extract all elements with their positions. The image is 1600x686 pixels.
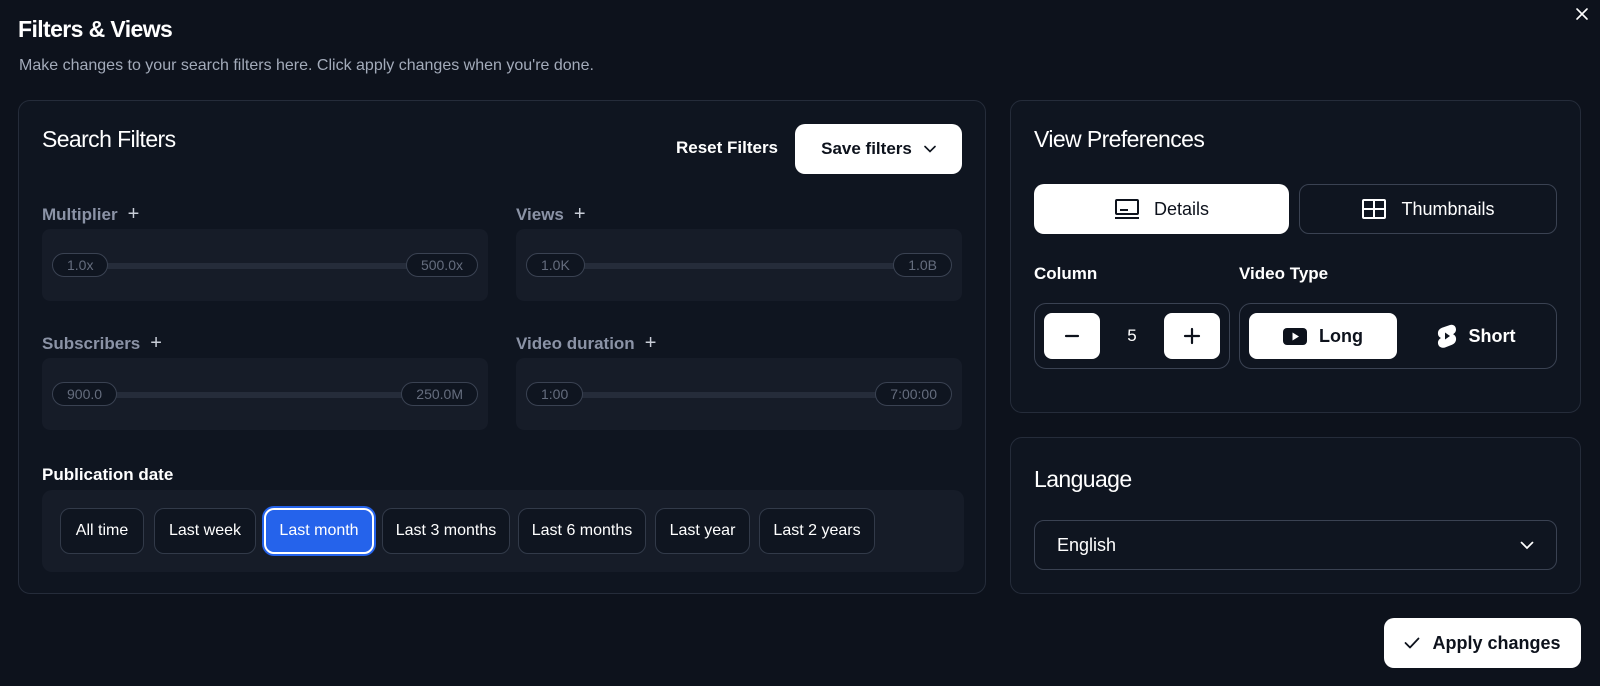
chevron-down-icon [924, 145, 936, 153]
short-video-button[interactable]: Short [1406, 313, 1546, 359]
shorts-icon [1437, 324, 1456, 348]
reset-filters-button[interactable]: Reset Filters [661, 124, 793, 172]
add-multiplier-icon[interactable]: + [128, 203, 140, 226]
subscribers-text: Subscribers [42, 333, 141, 353]
video-duration-slider[interactable]: 1:00 7:00:00 [516, 358, 962, 430]
language-panel: Language English [1010, 437, 1581, 594]
date-option-all-time[interactable]: All time [60, 508, 144, 554]
search-filters-panel: Search Filters Reset Filters Save filter… [18, 100, 986, 594]
subscribers-slider[interactable]: 900.0 250.0M [42, 358, 488, 430]
column-stepper: 5 [1034, 303, 1230, 369]
minus-icon [1064, 334, 1080, 338]
date-option-last-week[interactable]: Last week [154, 508, 256, 554]
video-duration-label: Video duration + [516, 332, 656, 355]
slider-track [530, 263, 948, 269]
add-subscribers-icon[interactable]: + [150, 332, 162, 355]
short-label: Short [1468, 325, 1516, 346]
details-label: Details [1153, 198, 1210, 219]
multiplier-min-handle[interactable]: 1.0x [52, 253, 109, 277]
page-title: Filters & Views [18, 16, 173, 42]
view-preferences-title: View Preferences [1034, 126, 1205, 152]
multiplier-slider[interactable]: 1.0x 500.0x [42, 229, 488, 301]
date-option-last-3-months[interactable]: Last 3 months [382, 508, 510, 554]
subscribers-label: Subscribers + [42, 332, 162, 355]
language-title: Language [1034, 466, 1132, 492]
views-max-handle[interactable]: 1.0B [893, 253, 952, 277]
monitor-icon [1114, 199, 1139, 219]
views-text: Views [516, 204, 564, 224]
subscribers-max-handle[interactable]: 250.0M [401, 382, 478, 406]
decrement-button[interactable] [1044, 313, 1100, 359]
language-select[interactable]: English [1034, 520, 1557, 570]
video-duration-max-handle[interactable]: 7:00:00 [875, 382, 952, 406]
column-value: 5 [1127, 326, 1137, 345]
thumbnails-label: Thumbnails [1401, 198, 1495, 219]
chevron-down-icon [1520, 541, 1534, 549]
long-video-button[interactable]: Long [1249, 313, 1397, 359]
column-label: Column [1034, 264, 1098, 283]
details-view-button[interactable]: Details [1034, 184, 1289, 234]
video-duration-text: Video duration [516, 333, 635, 353]
date-option-last-6-months[interactable]: Last 6 months [518, 508, 646, 554]
apply-changes-label: Apply changes [1432, 632, 1561, 653]
video-type-toggle: Long Short [1239, 303, 1557, 369]
page-subtitle: Make changes to your search filters here… [19, 57, 594, 74]
multiplier-max-handle[interactable]: 500.0x [405, 253, 478, 277]
views-label: Views + [516, 203, 586, 226]
video-duration-min-handle[interactable]: 1:00 [526, 382, 584, 406]
publication-date-options: All time Last week Last month Last 3 mon… [42, 490, 964, 572]
views-slider[interactable]: 1.0K 1.0B [516, 229, 962, 301]
add-video-duration-icon[interactable]: + [645, 332, 657, 355]
date-option-last-month[interactable]: Last month [264, 508, 374, 554]
multiplier-label: Multiplier + [42, 203, 139, 226]
publication-date-label: Publication date [42, 465, 174, 484]
grid-icon [1362, 199, 1387, 219]
view-preferences-panel: View Preferences Details Thumbnails Colu… [1010, 100, 1581, 413]
search-filters-title: Search Filters [42, 126, 176, 152]
youtube-icon [1283, 327, 1307, 345]
video-type-label: Video Type [1239, 264, 1329, 283]
increment-button[interactable] [1164, 313, 1220, 359]
thumbnails-view-button[interactable]: Thumbnails [1299, 184, 1557, 234]
apply-changes-button[interactable]: Apply changes [1384, 618, 1581, 668]
plus-icon [1183, 327, 1201, 345]
close-icon[interactable] [1572, 4, 1592, 24]
save-filters-label: Save filters [821, 139, 912, 158]
views-min-handle[interactable]: 1.0K [526, 253, 585, 277]
add-views-icon[interactable]: + [574, 203, 586, 226]
long-label: Long [1319, 325, 1363, 346]
check-icon [1405, 637, 1420, 649]
date-option-last-2-years[interactable]: Last 2 years [759, 508, 875, 554]
date-option-last-year[interactable]: Last year [655, 508, 750, 554]
save-filters-button[interactable]: Save filters [795, 124, 962, 174]
subscribers-min-handle[interactable]: 900.0 [52, 382, 118, 406]
multiplier-text: Multiplier [42, 204, 118, 224]
language-value: English [1057, 534, 1117, 555]
